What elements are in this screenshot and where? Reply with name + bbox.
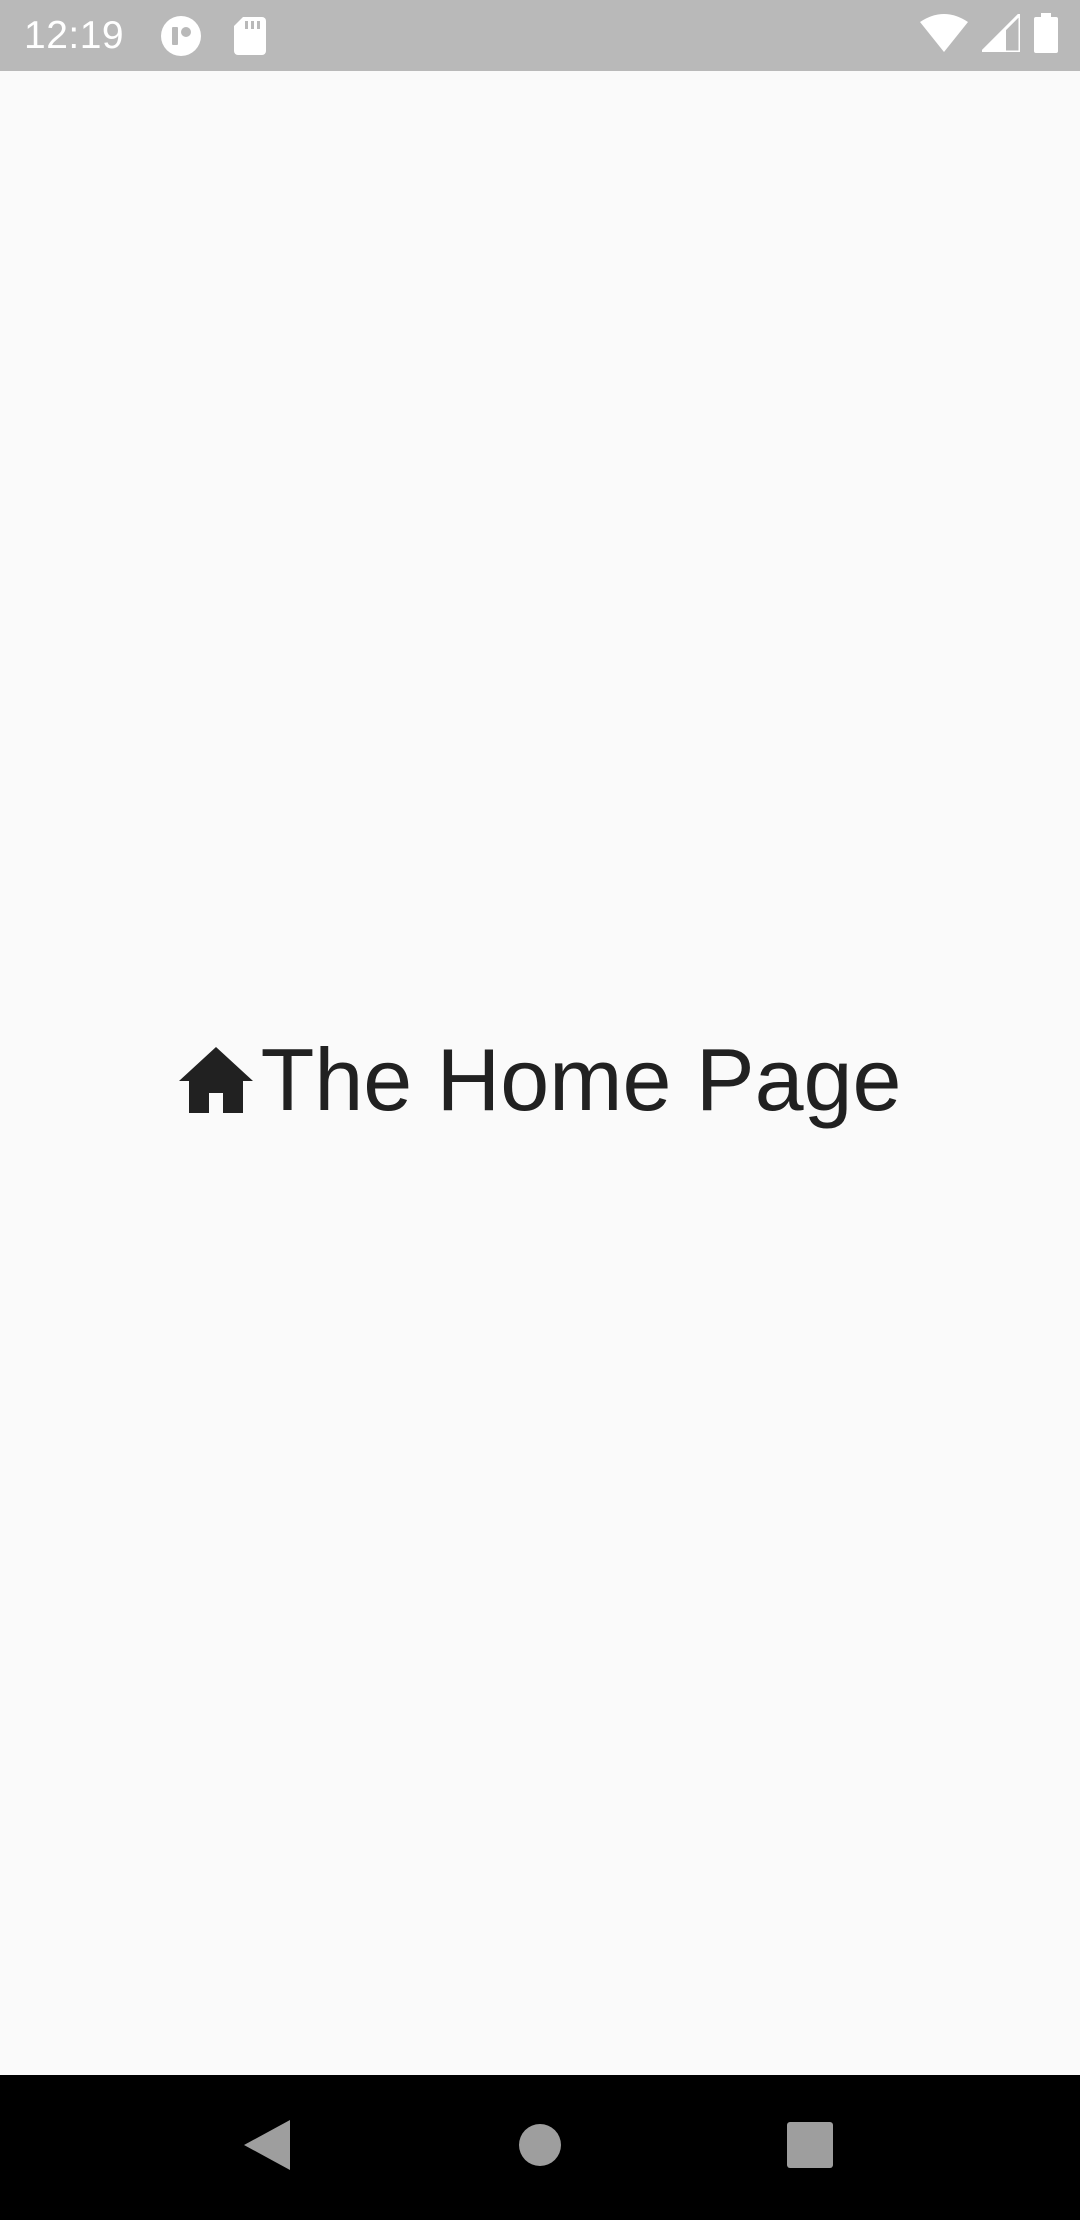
home-icon — [178, 1047, 253, 1113]
status-right-icons — [920, 0, 1058, 71]
recents-button[interactable] — [750, 2075, 870, 2220]
navigation-bar — [0, 2075, 1080, 2220]
status-time: 12:19 — [24, 14, 125, 57]
page-heading: The Home Page — [178, 1030, 902, 1129]
recents-icon — [787, 2122, 833, 2173]
sd-card-icon — [234, 0, 266, 71]
back-icon — [244, 2120, 290, 2175]
back-button[interactable] — [207, 2075, 327, 2220]
home-circle-icon — [518, 2123, 562, 2172]
battery-icon — [1034, 13, 1058, 58]
wifi-icon — [920, 14, 968, 57]
status-bar: 12:19 — [0, 0, 1080, 71]
home-button[interactable] — [480, 2075, 600, 2220]
main-content: The Home Page — [0, 71, 1080, 2075]
app-screen: 12:19 The Home Page — [0, 0, 1080, 2220]
cellular-signal-icon — [978, 10, 1022, 57]
app-notification-icon — [160, 0, 202, 71]
page-title: The Home Page — [260, 1030, 902, 1129]
